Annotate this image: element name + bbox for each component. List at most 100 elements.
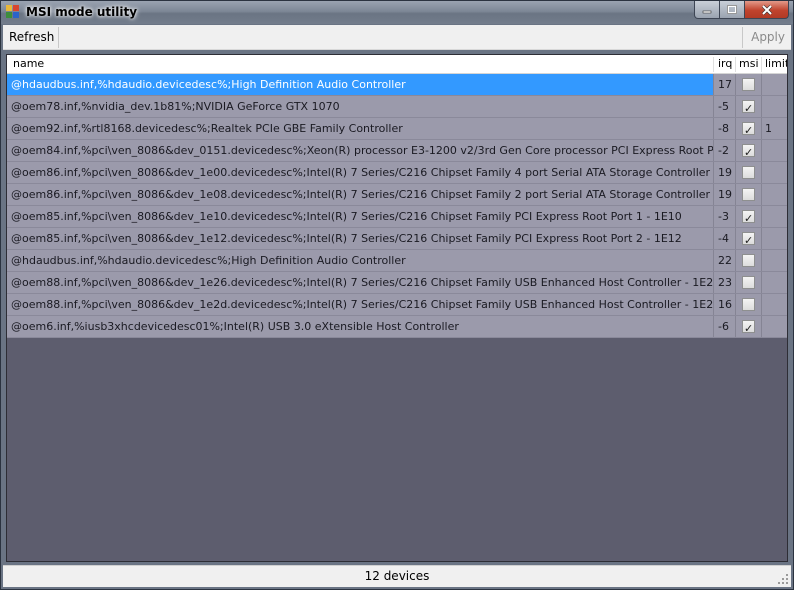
irq-cell[interactable]: 17 bbox=[713, 74, 735, 95]
msi-checkbox[interactable]: ✓ bbox=[742, 100, 755, 115]
grid-header: name irq msi limit bbox=[7, 55, 787, 74]
device-row[interactable]: @oem85.inf,%pci\ven_8086&dev_1e12.device… bbox=[7, 228, 787, 250]
column-header-irq[interactable]: irq bbox=[718, 55, 732, 73]
msi-checkbox[interactable]: ✓ bbox=[742, 210, 755, 225]
limit-cell[interactable] bbox=[761, 74, 787, 95]
maximize-button[interactable] bbox=[720, 1, 745, 19]
column-header-msi[interactable]: msi bbox=[739, 55, 759, 73]
irq-cell[interactable]: -6 bbox=[713, 316, 735, 337]
checkmark-icon: ✓ bbox=[744, 322, 754, 335]
refresh-button[interactable]: Refresh bbox=[5, 27, 60, 48]
limit-cell[interactable] bbox=[761, 140, 787, 161]
device-row[interactable]: @oem6.inf,%iusb3xhcdevicedesc01%;Intel(R… bbox=[7, 316, 787, 338]
column-header-limit[interactable]: limit bbox=[765, 55, 787, 73]
limit-cell[interactable] bbox=[761, 206, 787, 227]
device-name-cell[interactable]: @oem85.inf,%pci\ven_8086&dev_1e10.device… bbox=[7, 206, 713, 227]
limit-cell[interactable] bbox=[761, 316, 787, 337]
checkmark-icon: ✓ bbox=[744, 234, 754, 247]
msi-cell[interactable]: ✓ bbox=[735, 316, 761, 337]
close-button[interactable] bbox=[745, 1, 789, 19]
device-name-cell[interactable]: @oem84.inf,%pci\ven_8086&dev_0151.device… bbox=[7, 140, 713, 161]
device-name-cell[interactable]: @oem92.inf,%rtl8168.devicedesc%;Realtek … bbox=[7, 118, 713, 139]
msi-cell[interactable]: ✓ bbox=[735, 96, 761, 117]
device-name-cell[interactable]: @oem88.inf,%pci\ven_8086&dev_1e26.device… bbox=[7, 272, 713, 293]
limit-cell[interactable] bbox=[761, 184, 787, 205]
limit-cell[interactable] bbox=[761, 250, 787, 271]
irq-cell[interactable]: 19 bbox=[713, 162, 735, 183]
maximize-icon bbox=[727, 5, 737, 14]
msi-checkbox[interactable]: ✓ bbox=[742, 320, 755, 335]
status-bar: 12 devices bbox=[3, 565, 791, 587]
irq-cell[interactable]: 19 bbox=[713, 184, 735, 205]
msi-cell[interactable]: ✓ bbox=[735, 184, 761, 205]
msi-cell[interactable]: ✓ bbox=[735, 74, 761, 95]
msi-cell[interactable]: ✓ bbox=[735, 272, 761, 293]
toolbar: Refresh Apply bbox=[3, 25, 791, 50]
minimize-icon bbox=[702, 10, 712, 13]
device-row[interactable]: @hdaudbus.inf,%hdaudio.devicedesc%;High … bbox=[7, 250, 787, 272]
device-name-cell[interactable]: @oem6.inf,%iusb3xhcdevicedesc01%;Intel(R… bbox=[7, 316, 713, 337]
column-divider[interactable] bbox=[735, 57, 736, 72]
device-name-cell[interactable]: @oem85.inf,%pci\ven_8086&dev_1e12.device… bbox=[7, 228, 713, 249]
msi-cell[interactable]: ✓ bbox=[735, 140, 761, 161]
device-count-status: 12 devices bbox=[364, 569, 430, 583]
limit-cell[interactable] bbox=[761, 294, 787, 315]
msi-cell[interactable]: ✓ bbox=[735, 294, 761, 315]
msi-checkbox[interactable]: ✓ bbox=[742, 298, 755, 311]
limit-cell[interactable] bbox=[761, 272, 787, 293]
close-icon bbox=[761, 4, 772, 15]
msi-checkbox[interactable]: ✓ bbox=[742, 232, 755, 247]
device-name-cell[interactable]: @oem86.inf,%pci\ven_8086&dev_1e08.device… bbox=[7, 184, 713, 205]
column-divider[interactable] bbox=[713, 57, 714, 72]
limit-cell[interactable] bbox=[761, 96, 787, 117]
minimize-button[interactable] bbox=[694, 1, 720, 19]
msi-checkbox[interactable]: ✓ bbox=[742, 144, 755, 159]
irq-cell[interactable]: 23 bbox=[713, 272, 735, 293]
msi-cell[interactable]: ✓ bbox=[735, 250, 761, 271]
title-bar[interactable]: MSI mode utility bbox=[1, 1, 793, 24]
msi-checkbox[interactable]: ✓ bbox=[742, 122, 755, 137]
device-row[interactable]: @oem84.inf,%pci\ven_8086&dev_0151.device… bbox=[7, 140, 787, 162]
msi-cell[interactable]: ✓ bbox=[735, 162, 761, 183]
device-name-cell[interactable]: @oem78.inf,%nvidia_dev.1b81%;NVIDIA GeFo… bbox=[7, 96, 713, 117]
column-divider[interactable] bbox=[761, 57, 762, 72]
irq-cell[interactable]: 22 bbox=[713, 250, 735, 271]
device-row[interactable]: @oem86.inf,%pci\ven_8086&dev_1e00.device… bbox=[7, 162, 787, 184]
irq-cell[interactable]: -5 bbox=[713, 96, 735, 117]
device-grid[interactable]: name irq msi limit @hdaudbus.inf,%hdaudi… bbox=[6, 54, 788, 562]
resize-grip-icon[interactable] bbox=[776, 572, 788, 584]
msi-checkbox[interactable]: ✓ bbox=[742, 78, 755, 91]
device-row[interactable]: @oem88.inf,%pci\ven_8086&dev_1e26.device… bbox=[7, 272, 787, 294]
msi-checkbox[interactable]: ✓ bbox=[742, 276, 755, 289]
irq-cell[interactable]: -4 bbox=[713, 228, 735, 249]
irq-cell[interactable]: -2 bbox=[713, 140, 735, 161]
device-row[interactable]: @hdaudbus.inf,%hdaudio.devicedesc%;High … bbox=[7, 74, 787, 96]
msi-cell[interactable]: ✓ bbox=[735, 228, 761, 249]
device-row[interactable]: @oem78.inf,%nvidia_dev.1b81%;NVIDIA GeFo… bbox=[7, 96, 787, 118]
msi-cell[interactable]: ✓ bbox=[735, 118, 761, 139]
device-name-cell[interactable]: @hdaudbus.inf,%hdaudio.devicedesc%;High … bbox=[7, 74, 713, 95]
irq-cell[interactable]: -8 bbox=[713, 118, 735, 139]
msi-checkbox[interactable]: ✓ bbox=[742, 254, 755, 267]
msi-checkbox[interactable]: ✓ bbox=[742, 166, 755, 179]
column-header-name[interactable]: name bbox=[13, 55, 44, 73]
device-name-cell[interactable]: @oem88.inf,%pci\ven_8086&dev_1e2d.device… bbox=[7, 294, 713, 315]
app-icon[interactable] bbox=[6, 5, 20, 19]
msi-checkbox[interactable]: ✓ bbox=[742, 188, 755, 201]
limit-cell[interactable] bbox=[761, 162, 787, 183]
irq-cell[interactable]: -3 bbox=[713, 206, 735, 227]
device-name-cell[interactable]: @oem86.inf,%pci\ven_8086&dev_1e00.device… bbox=[7, 162, 713, 183]
irq-cell[interactable]: 16 bbox=[713, 294, 735, 315]
device-row[interactable]: @oem86.inf,%pci\ven_8086&dev_1e08.device… bbox=[7, 184, 787, 206]
window-controls bbox=[694, 1, 789, 19]
device-row[interactable]: @oem85.inf,%pci\ven_8086&dev_1e10.device… bbox=[7, 206, 787, 228]
device-row[interactable]: @oem88.inf,%pci\ven_8086&dev_1e2d.device… bbox=[7, 294, 787, 316]
device-name-cell[interactable]: @hdaudbus.inf,%hdaudio.devicedesc%;High … bbox=[7, 250, 713, 271]
device-row[interactable]: @oem92.inf,%rtl8168.devicedesc%;Realtek … bbox=[7, 118, 787, 140]
window-title: MSI mode utility bbox=[26, 5, 138, 19]
apply-button[interactable]: Apply bbox=[742, 27, 789, 48]
checkmark-icon: ✓ bbox=[744, 102, 754, 115]
msi-cell[interactable]: ✓ bbox=[735, 206, 761, 227]
limit-cell[interactable]: 1 bbox=[761, 118, 787, 139]
limit-cell[interactable] bbox=[761, 228, 787, 249]
